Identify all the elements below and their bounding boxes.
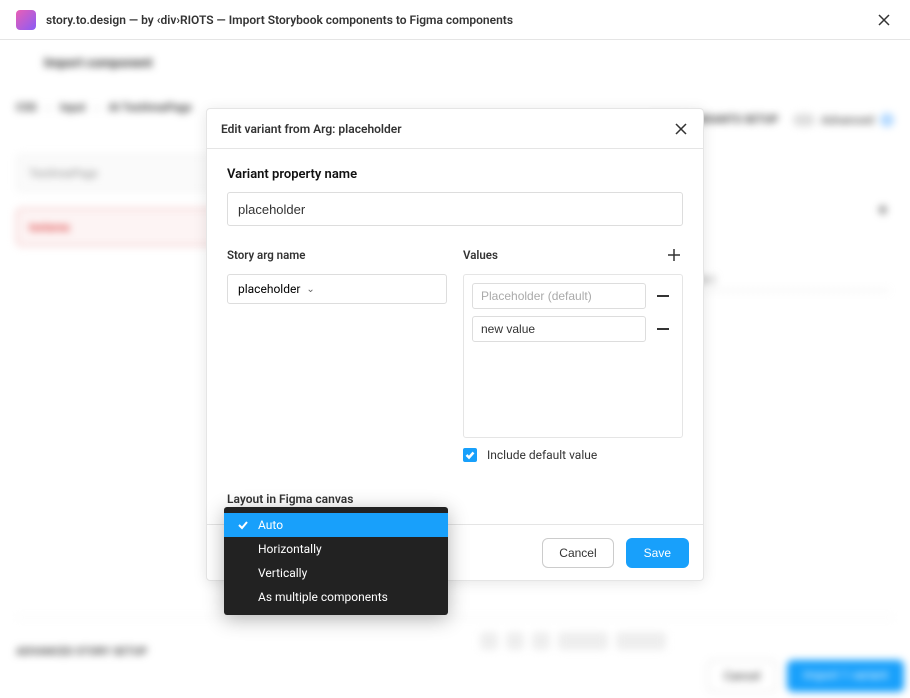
variant-property-label: Variant property name — [227, 167, 683, 182]
app-bar: story.to.design — by ‹div›RIOTS — Import… — [0, 0, 910, 40]
modal-body: Variant property name Story arg name pla… — [207, 149, 703, 524]
values-column: Values — [463, 246, 683, 462]
layout-label: Layout in Figma canvas — [227, 492, 683, 506]
value-row — [472, 316, 674, 342]
story-arg-column: Story arg name placeholder ⌄ — [227, 246, 447, 462]
include-default-label: Include default value — [487, 448, 597, 462]
save-button[interactable]: Save — [626, 538, 689, 568]
chevron-down-icon: ⌄ — [306, 284, 314, 295]
app-title: story.to.design — by ‹div›RIOTS — Import… — [46, 13, 874, 27]
dropdown-item-horizontally[interactable]: Horizontally — [224, 537, 448, 561]
add-value-button[interactable] — [665, 246, 683, 264]
story-arg-select[interactable]: placeholder ⌄ — [227, 274, 447, 304]
value-row — [472, 283, 674, 309]
value-input-1[interactable] — [472, 316, 646, 342]
values-label: Values — [463, 248, 665, 262]
story-arg-label: Story arg name — [227, 248, 447, 262]
modal-overlay: Edit variant from Arg: placeholder Varia… — [0, 40, 910, 698]
modal-header: Edit variant from Arg: placeholder — [207, 109, 703, 149]
close-icon[interactable] — [874, 10, 894, 30]
modal-title: Edit variant from Arg: placeholder — [221, 122, 673, 136]
include-default-checkbox[interactable] — [463, 448, 477, 462]
include-default-row: Include default value — [463, 448, 683, 462]
remove-value-button[interactable] — [656, 322, 670, 336]
dropdown-item-auto[interactable]: Auto — [224, 513, 448, 537]
dropdown-item-vertically[interactable]: Vertically — [224, 561, 448, 585]
variant-property-input[interactable] — [227, 192, 683, 226]
dropdown-item-multiple[interactable]: As multiple components — [224, 585, 448, 609]
app-logo — [16, 10, 36, 30]
cancel-button[interactable]: Cancel — [542, 538, 613, 568]
layout-dropdown: Auto Horizontally Vertically As multiple… — [224, 507, 448, 615]
value-input-0[interactable] — [472, 283, 646, 309]
remove-value-button[interactable] — [656, 289, 670, 303]
values-box — [463, 274, 683, 438]
check-icon — [236, 518, 250, 532]
modal-close-icon[interactable] — [673, 121, 689, 137]
story-arg-value: placeholder — [238, 282, 300, 296]
